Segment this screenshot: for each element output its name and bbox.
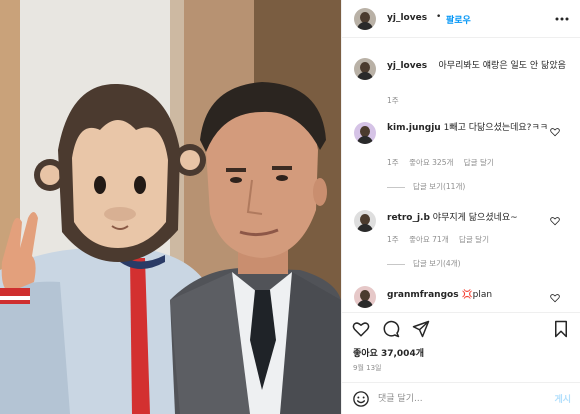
comment-username[interactable]: kim.jungju — [387, 123, 441, 133]
comment-time: 1주 — [387, 158, 399, 167]
caption-avatar[interactable] — [354, 58, 376, 80]
comment-item: retro_j.b 야무지게 닮으셨네요~ — [387, 212, 552, 224]
comment-reply-button[interactable]: 답글 달기 — [459, 235, 489, 244]
comment-text: 💢plan — [461, 290, 493, 300]
comment-username[interactable]: granmfrangos — [387, 290, 459, 300]
comment-item: kim.jungju 1빼고 다닮으셨는데요?ㅋㅋ — [387, 122, 552, 134]
comment-reply-button[interactable]: 답글 달기 — [464, 158, 494, 167]
likes-count[interactable]: 좋아요 37,004개 — [353, 346, 424, 359]
author-username[interactable]: yj_loves — [387, 13, 427, 23]
instagram-post-view: yj_loves • 팔로우 yj_loves 아무리봐도 얘랑은 일도 안 닮… — [0, 0, 580, 414]
smile-icon[interactable] — [352, 390, 370, 408]
post-date: 9월 13일 — [353, 364, 382, 372]
more-dots-icon[interactable] — [554, 11, 570, 27]
comment-time: 1주 — [387, 235, 399, 244]
post-photo[interactable] — [0, 0, 341, 414]
comment-item: granmfrangos 💢plan — [387, 289, 552, 301]
post-side-panel: yj_loves • 팔로우 yj_loves 아무리봐도 얘랑은 일도 안 닮… — [341, 0, 580, 414]
comment-meta: 1주 좋아요 71개 답글 달기 — [387, 234, 497, 245]
comment-avatar[interactable] — [354, 122, 376, 144]
caption-meta: 1주 — [387, 95, 407, 106]
comment-text: 야무지게 닮으셨네요~ — [432, 213, 518, 223]
post-photo-illustration — [0, 0, 341, 414]
comment-icon[interactable] — [382, 320, 400, 338]
post-comment-button[interactable]: 게시 — [554, 392, 571, 405]
caption: yj_loves 아무리봐도 얘랑은 일도 안 닮았음 — [387, 60, 572, 72]
follow-button[interactable]: 팔로우 — [446, 13, 471, 26]
comment-input[interactable] — [378, 391, 528, 407]
comment-box: 게시 — [342, 382, 580, 414]
bookmark-icon[interactable] — [552, 320, 570, 338]
comment-text: 1빼고 다닮으셨는데요?ㅋㅋ — [443, 123, 549, 133]
caption-text: 아무리봐도 얘랑은 일도 안 닮았음 — [438, 61, 566, 71]
view-replies-button[interactable]: 답글 보기(11개) — [387, 181, 465, 192]
view-replies-button[interactable]: 답글 보기(4개) — [387, 258, 461, 269]
caption-username[interactable]: yj_loves — [387, 61, 427, 71]
comment-like-icon[interactable] — [550, 216, 560, 226]
comment-like-icon[interactable] — [550, 293, 560, 303]
heart-icon[interactable] — [352, 320, 370, 338]
comment-likes[interactable]: 좋아요 325개 — [409, 158, 453, 167]
comment-like-icon[interactable] — [550, 127, 560, 137]
comment-avatar[interactable] — [354, 286, 376, 308]
post-header: yj_loves • 팔로우 — [342, 0, 580, 38]
comment-meta: 1주 좋아요 325개 답글 달기 — [387, 157, 502, 168]
caption-time: 1주 — [387, 96, 399, 105]
send-icon[interactable] — [412, 320, 430, 338]
author-avatar[interactable] — [354, 8, 376, 30]
comment-username[interactable]: retro_j.b — [387, 213, 430, 223]
comment-likes[interactable]: 좋아요 71개 — [409, 235, 449, 244]
header-separator: • — [436, 12, 442, 22]
comment-avatar[interactable] — [354, 210, 376, 232]
post-actions-area: 좋아요 37,004개 9월 13일 게시 — [342, 312, 580, 412]
